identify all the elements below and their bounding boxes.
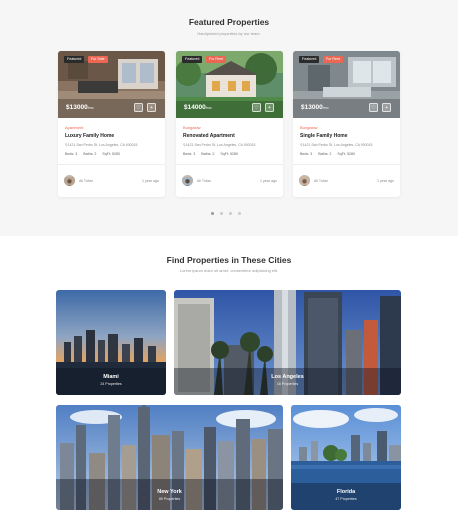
city-property-count: 47 Properties — [335, 497, 357, 501]
property-card[interactable]: Featured For Rent $14000/mo ♡ + Bungalow… — [176, 51, 283, 197]
status-tag: For Sale — [88, 56, 108, 63]
pagination-dot-active[interactable] — [211, 212, 214, 215]
posted-time: 1 year ago — [260, 179, 277, 183]
property-features: Beds: 3 Baths: 2 SqFt: 5280 — [300, 152, 361, 156]
baths: Baths: 2 — [201, 152, 215, 156]
beds: Beds: 3 — [300, 152, 313, 156]
sqft: SqFt: 5280 — [102, 152, 120, 156]
posted-time: 1 year ago — [142, 179, 159, 183]
property-category: Apartment — [65, 125, 84, 130]
divider — [293, 164, 400, 165]
sqft: SqFt: 5280 — [220, 152, 238, 156]
author-name[interactable]: Ali Tufan — [79, 179, 93, 183]
avatar — [299, 175, 310, 186]
property-address: ⚲1421 San Pedro St, Los Angeles, CA 9000… — [65, 143, 138, 147]
city-card-miami[interactable]: Miami 24 Properties — [56, 290, 166, 395]
featured-tag: Featured — [299, 56, 320, 63]
property-card[interactable]: Featured For Sale $13000/mo ♡ + Apartmen… — [58, 51, 165, 197]
price: $13000/mo — [66, 104, 94, 111]
city-card-los-angeles[interactable]: Los Angeles 18 Properties — [174, 290, 401, 395]
divider — [58, 164, 165, 165]
featured-tag: Featured — [64, 56, 85, 63]
city-property-count: 18 Properties — [276, 382, 299, 386]
beds: Beds: 3 — [183, 152, 196, 156]
baths: Baths: 2 — [318, 152, 332, 156]
property-image[interactable]: Featured For Rent $13000/mo ♡ + — [293, 51, 400, 118]
city-property-count: 89 Properties — [158, 497, 181, 501]
status-tag: For Rent — [206, 56, 226, 63]
city-name: New York — [157, 489, 182, 495]
featured-section: Featured Properties Handpicked propertie… — [0, 0, 458, 236]
city-name: Los Angeles — [271, 374, 304, 380]
property-image[interactable]: Featured For Rent $14000/mo ♡ + — [176, 51, 283, 118]
property-card[interactable]: Featured For Rent $13000/mo ♡ + Bungalow… — [293, 51, 400, 197]
author-name[interactable]: Ali Tufan — [197, 179, 211, 183]
plus-icon[interactable]: + — [382, 103, 391, 112]
property-features: Beds: 3 Baths: 2 SqFt: 5280 — [183, 152, 244, 156]
pagination-dot[interactable] — [238, 212, 241, 215]
property-category: Bungalow — [183, 125, 201, 130]
property-features: Beds: 3 Baths: 2 SqFt: 5280 — [65, 152, 126, 156]
property-image[interactable]: Featured For Sale $13000/mo ♡ + — [58, 51, 165, 118]
sqft: SqFt: 5280 — [337, 152, 355, 156]
city-name: Miami — [103, 374, 119, 380]
heart-icon[interactable]: ♡ — [252, 103, 261, 112]
cities-title: Find Properties in These Cities — [166, 255, 292, 265]
property-title[interactable]: Luxury Family Home — [65, 133, 114, 139]
carousel-pagination — [211, 212, 251, 218]
property-address: ⚲1421 San Pedro St, Los Angeles, CA 9000… — [300, 143, 373, 147]
city-card-florida[interactable]: Florida 47 Properties — [291, 405, 401, 510]
price: $13000/mo — [301, 104, 329, 111]
avatar — [64, 175, 75, 186]
baths: Baths: 2 — [83, 152, 97, 156]
cities-subtitle: Lorem ipsum dolor sit amet, consectetur … — [179, 268, 279, 273]
featured-tag: Featured — [182, 56, 203, 63]
property-address: ⚲1421 San Pedro St, Los Angeles, CA 9000… — [183, 143, 256, 147]
featured-title: Featured Properties — [188, 17, 270, 27]
property-title[interactable]: Single Family Home — [300, 133, 348, 139]
plus-icon[interactable]: + — [147, 103, 156, 112]
property-category: Bungalow — [300, 125, 318, 130]
plus-icon[interactable]: + — [265, 103, 274, 112]
city-card-new-york[interactable]: New York 89 Properties — [56, 405, 283, 510]
featured-subtitle: Handpicked properties by our team. — [197, 31, 261, 36]
property-title[interactable]: Renovated Apartment — [183, 133, 235, 139]
city-name: Florida — [336, 489, 356, 495]
city-property-count: 24 Properties — [100, 382, 122, 386]
status-tag: For Rent — [323, 56, 343, 63]
pagination-dot[interactable] — [229, 212, 232, 215]
divider — [176, 164, 283, 165]
pagination-dot[interactable] — [220, 212, 223, 215]
beds: Beds: 3 — [65, 152, 78, 156]
price: $14000/mo — [184, 104, 212, 111]
heart-icon[interactable]: ♡ — [134, 103, 143, 112]
author-name[interactable]: Ali Tufan — [314, 179, 328, 183]
avatar — [182, 175, 193, 186]
heart-icon[interactable]: ♡ — [369, 103, 378, 112]
posted-time: 1 year ago — [377, 179, 394, 183]
